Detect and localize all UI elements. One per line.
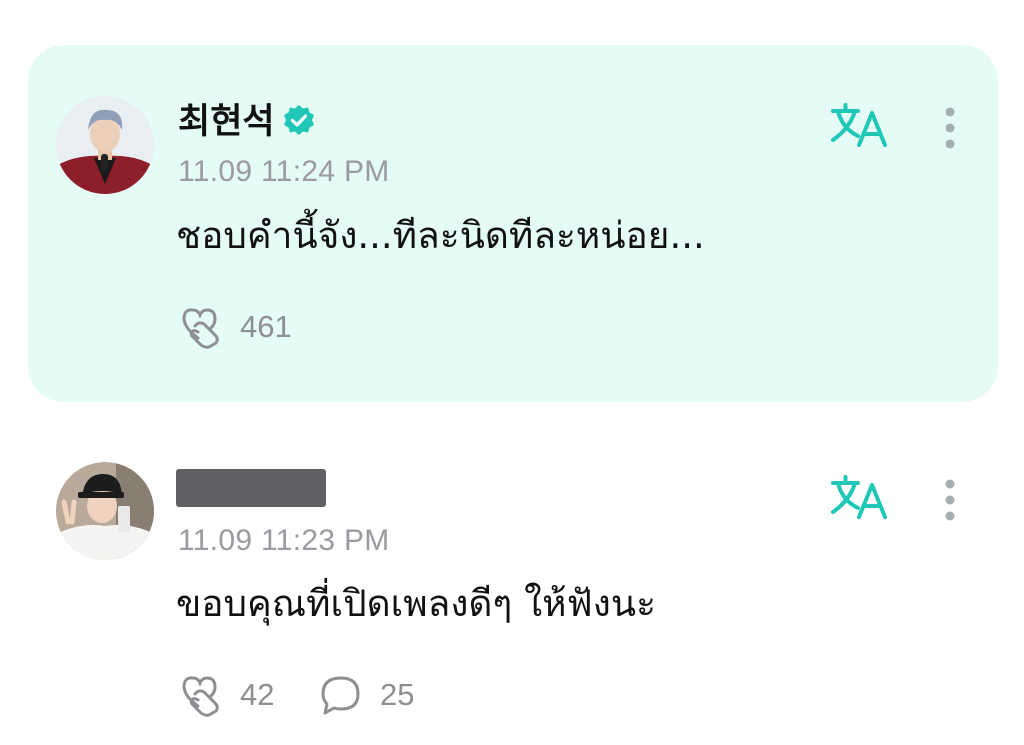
reaction-button[interactable]: 461 xyxy=(178,305,292,349)
heart-hand-icon xyxy=(182,308,219,349)
reaction-count: 42 xyxy=(240,677,275,712)
post-text: ขอบคุณที่เปิดเพลงดีๆ ให้ฟังนะ xyxy=(176,582,656,625)
artist-avatar[interactable] xyxy=(56,96,154,194)
redacted-author-name xyxy=(176,469,326,507)
post-text: ชอบคำนี้จัง...ทีละนิดทีละหน่อย... xyxy=(176,214,705,257)
author-name[interactable]: 최현석 xyxy=(178,102,275,142)
more-vertical-icon[interactable] xyxy=(935,475,965,525)
post-timestamp: 11.09 11:23 PM xyxy=(178,524,390,557)
fan-avatar[interactable] xyxy=(56,462,154,560)
comment-count: 25 xyxy=(380,677,415,712)
comment-button[interactable]: 25 xyxy=(318,673,414,717)
post-timestamp: 11.09 11:24 PM xyxy=(178,155,390,188)
feed-screen: 최현석 11.09 11:24 PM ชอบคำนี้จัง...ทีละนิด… xyxy=(0,0,1024,745)
translate-icon[interactable] xyxy=(830,100,890,150)
translate-icon[interactable] xyxy=(830,472,890,522)
heart-hand-icon xyxy=(182,676,219,717)
more-vertical-icon[interactable] xyxy=(935,103,965,153)
reaction-button[interactable]: 42 xyxy=(178,673,274,717)
verified-badge-icon xyxy=(284,105,314,135)
reaction-count: 461 xyxy=(240,309,292,344)
comment-bubble-icon xyxy=(321,676,360,715)
